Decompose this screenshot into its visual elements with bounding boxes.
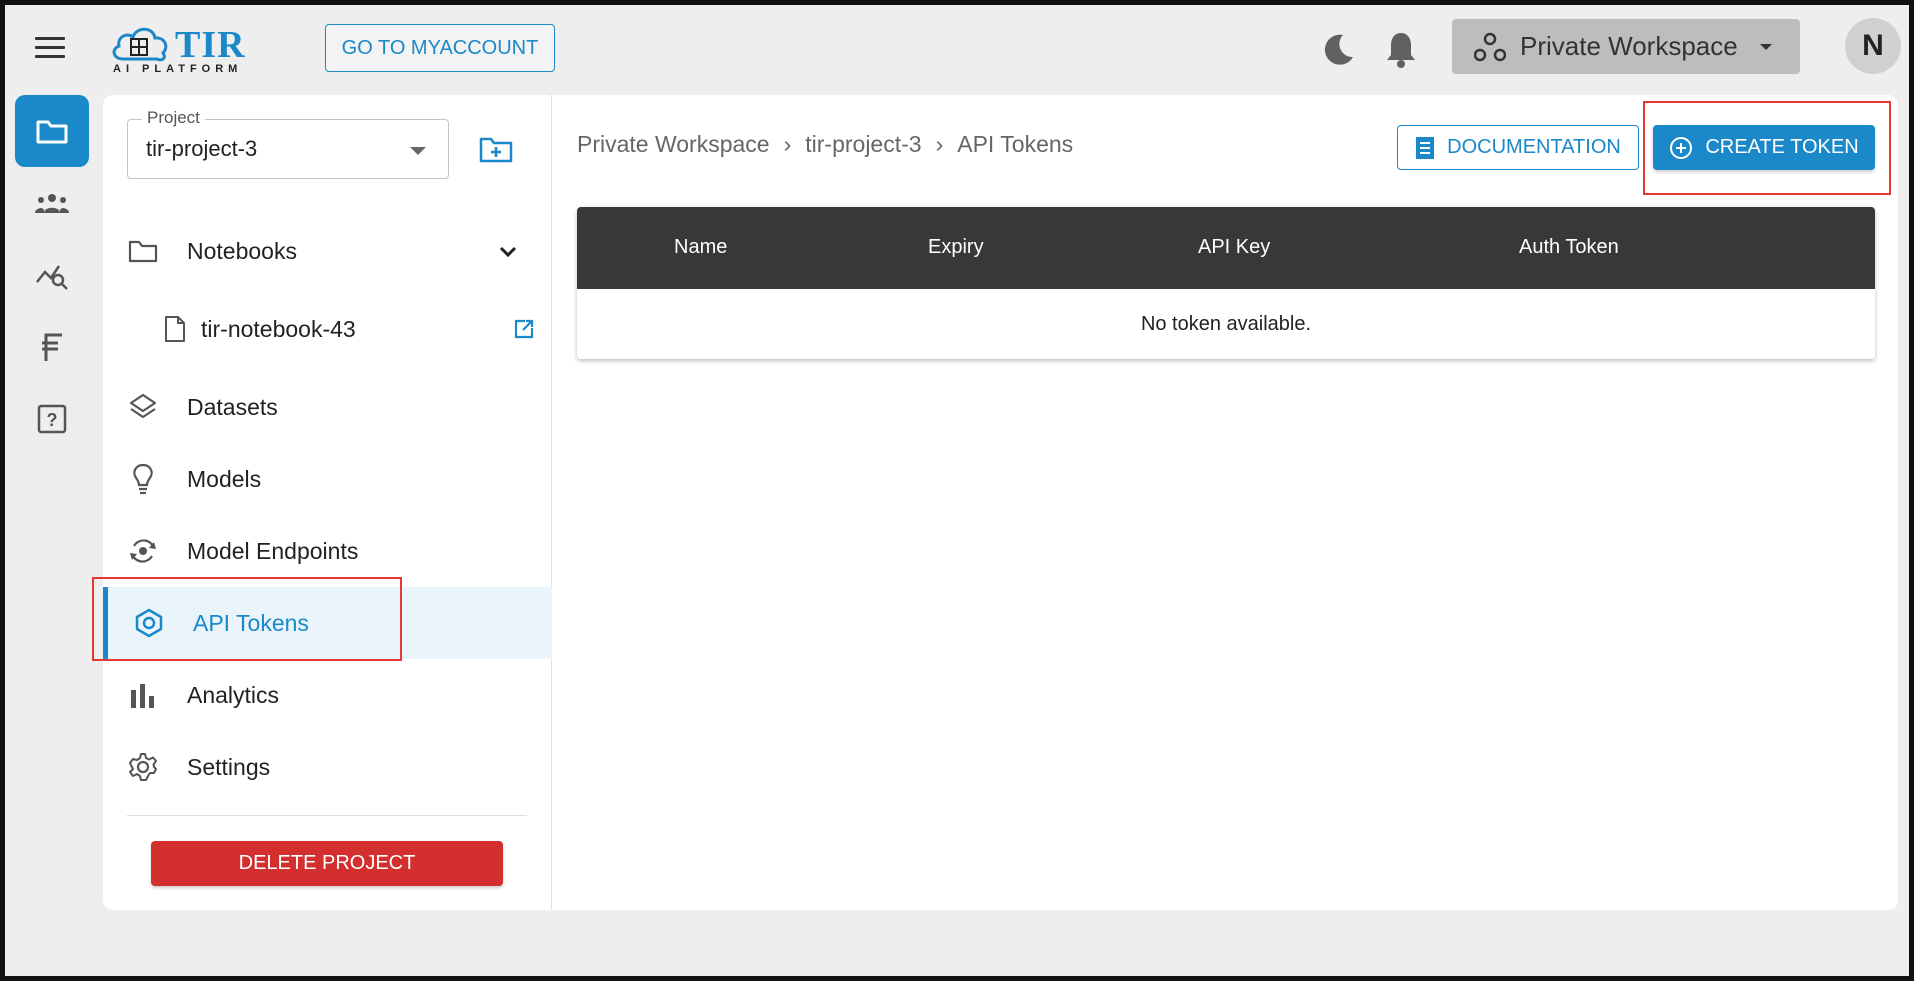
table-header: Name Expiry API Key Auth Token (577, 207, 1875, 289)
endpoint-icon (127, 535, 159, 567)
breadcrumb-project[interactable]: tir-project-3 (805, 131, 921, 158)
sidebar-item-datasets[interactable]: Datasets (103, 371, 552, 443)
main-card: Project tir-project-3 Notebooks tir-note… (103, 95, 1898, 910)
svg-text:?: ? (47, 410, 58, 430)
active-indicator (103, 587, 108, 659)
sidebar-item-label: Settings (187, 753, 271, 780)
breadcrumb-workspace[interactable]: Private Workspace (577, 131, 770, 158)
token-icon (133, 607, 165, 639)
breadcrumb: Private Workspace › tir-project-3 › API … (577, 131, 1073, 158)
rail-item-monitoring[interactable] (15, 239, 89, 311)
project-label: Project (142, 108, 205, 128)
delete-project-button[interactable]: DELETE PROJECT (151, 841, 503, 886)
avatar[interactable]: N (1845, 18, 1901, 74)
currency-icon (42, 333, 62, 361)
tir-logo[interactable]: TIR AI PLATFORM (109, 21, 259, 77)
logo-text: TIR (175, 24, 246, 66)
divider (127, 815, 527, 816)
column-header-api-key[interactable]: API Key (1198, 236, 1270, 259)
sidebar-item-label: Datasets (187, 393, 278, 420)
folder-icon (36, 120, 68, 144)
sidebar-item-label: Models (187, 465, 262, 492)
column-header-auth-token[interactable]: Auth Token (1519, 236, 1619, 259)
workspace-icon (1474, 32, 1506, 61)
gear-icon (127, 751, 159, 783)
create-token-button[interactable]: CREATE TOKEN (1653, 125, 1875, 170)
go-to-myaccount-button[interactable]: GO TO MYACCOUNT (325, 24, 555, 72)
workspace-label: Private Workspace (1520, 31, 1738, 61)
sidebar-item-label: API Tokens (193, 609, 309, 636)
chevron-down-icon (410, 147, 426, 155)
sidebar-item-label: Model Endpoints (187, 537, 359, 564)
sidebar-item-analytics[interactable]: Analytics (103, 659, 552, 731)
sidebar-item-model-endpoints[interactable]: Model Endpoints (103, 515, 552, 587)
rail-item-team[interactable] (15, 167, 89, 239)
analytics-search-icon (36, 265, 68, 290)
lightbulb-icon (127, 463, 159, 495)
chevron-down-icon[interactable] (497, 240, 519, 262)
column-header-name[interactable]: Name (674, 236, 727, 259)
team-icon (35, 194, 69, 213)
api-tokens-table: Name Expiry API Key Auth Token No token … (577, 207, 1875, 359)
dark-mode-icon[interactable] (1319, 29, 1359, 69)
project-select[interactable]: Project tir-project-3 (127, 108, 449, 179)
rail-item-projects[interactable] (15, 95, 89, 167)
file-icon (159, 313, 191, 345)
open-external-icon[interactable] (513, 318, 535, 340)
workspace-selector[interactable]: Private Workspace (1452, 19, 1800, 74)
app-window: TIR AI PLATFORM GO TO MYACCOUNT Private … (0, 0, 1914, 981)
folder-outline-icon (127, 235, 159, 267)
documentation-button[interactable]: DOCUMENTATION (1397, 125, 1639, 170)
project-value: tir-project-3 (146, 136, 258, 161)
add-project-icon[interactable] (479, 135, 515, 165)
column-header-expiry[interactable]: Expiry (928, 236, 984, 259)
breadcrumb-separator: › (935, 131, 944, 157)
notification-bell-icon[interactable] (1383, 29, 1419, 69)
sidebar-item-label: Analytics (187, 681, 280, 708)
cloud-logo-icon (112, 27, 168, 62)
document-icon (1416, 136, 1435, 159)
help-icon: ? (37, 404, 67, 434)
layers-icon (127, 391, 159, 423)
sidebar-item-label: Notebooks (187, 237, 297, 264)
chevron-down-icon (1759, 43, 1772, 50)
sidebar-item-label: tir-notebook-43 (201, 315, 356, 342)
bar-chart-icon (127, 679, 159, 711)
sidebar-item-models[interactable]: Models (103, 443, 552, 515)
menu-icon[interactable] (35, 37, 65, 59)
project-sidebar: Project tir-project-3 Notebooks tir-note… (103, 95, 552, 910)
breadcrumb-separator: › (783, 131, 792, 157)
sidebar-item-notebook[interactable]: tir-notebook-43 (103, 293, 552, 365)
sidebar-item-settings[interactable]: Settings (103, 731, 552, 803)
add-circle-icon (1670, 136, 1693, 159)
documentation-label: DOCUMENTATION (1447, 136, 1621, 158)
icon-rail: ? (15, 95, 89, 455)
sidebar-item-notebooks[interactable]: Notebooks (103, 215, 552, 287)
rail-item-billing[interactable] (15, 311, 89, 383)
top-bar: TIR AI PLATFORM GO TO MYACCOUNT Private … (5, 5, 1909, 93)
breadcrumb-current: API Tokens (957, 131, 1074, 157)
logo-subtitle: AI PLATFORM (113, 63, 243, 75)
sidebar-item-api-tokens[interactable]: API Tokens (103, 587, 552, 659)
rail-item-help[interactable]: ? (15, 383, 89, 455)
empty-state-text: No token available. (1140, 312, 1312, 335)
create-token-label: CREATE TOKEN (1705, 136, 1859, 158)
